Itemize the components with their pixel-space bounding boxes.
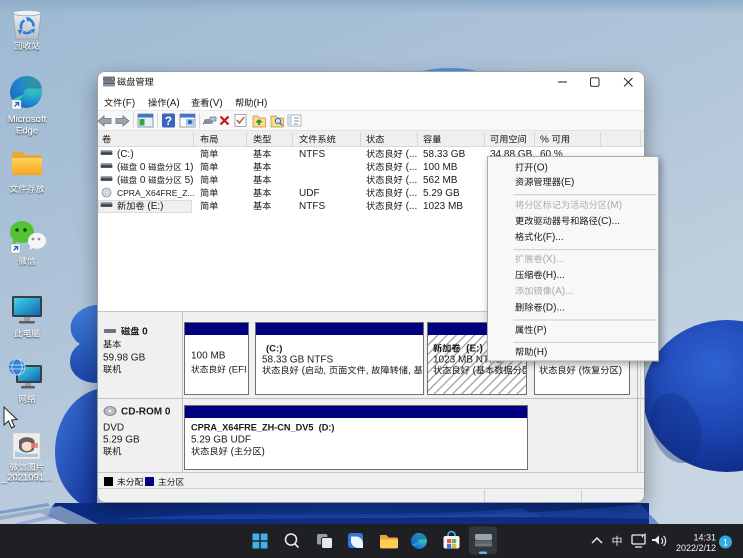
svg-text:58.33 GB: 58.33 GB: [423, 149, 466, 160]
svg-text:(P): (P): [533, 325, 546, 336]
svg-text:(V): (V): [209, 98, 222, 109]
svg-text:(...: (...: [403, 175, 417, 186]
svg-text:): ): [619, 366, 622, 377]
svg-text:CPRA_X64FRE_ZH-CN_DV5 (D:): CPRA_X64FRE_ZH-CN_DV5 (D:): [191, 423, 334, 433]
svg-text:0: 0: [137, 162, 148, 173]
svg-text:(E:): (E:): [145, 201, 164, 212]
svg-text:(...: (...: [403, 201, 417, 212]
svg-text:5.29 GB: 5.29 GB: [423, 188, 460, 199]
svg-text:0: 0: [139, 327, 148, 338]
svg-text:1): 1): [182, 162, 194, 173]
svg-text:_2021091...: _2021091...: [1, 473, 52, 484]
svg-text:(: (: [470, 366, 477, 377]
svg-text:1023 MB: 1023 MB: [423, 201, 463, 212]
svg-text:58.33 GB NTFS: 58.33 GB NTFS: [262, 355, 333, 366]
svg-text:UDF: UDF: [299, 188, 320, 199]
svg-text:(C:): (C:): [266, 344, 282, 355]
svg-text:100 MB: 100 MB: [423, 162, 458, 173]
svg-text:5.29 GB: 5.29 GB: [103, 435, 140, 446]
svg-text:%: %: [540, 135, 552, 146]
svg-text:(X)...: (X)...: [543, 254, 565, 265]
svg-text:CD-ROM 0: CD-ROM 0: [121, 407, 171, 418]
svg-text:NTFS: NTFS: [299, 201, 325, 212]
svg-text:(F)...: (F)...: [543, 232, 564, 243]
svg-text:(...: (...: [403, 188, 417, 199]
svg-text:(O): (O): [533, 163, 547, 174]
svg-text:0: 0: [137, 175, 148, 186]
svg-text:NTFS: NTFS: [299, 149, 325, 160]
svg-text:(C)...: (C)...: [598, 216, 620, 227]
svg-text:,: ,: [323, 366, 329, 377]
svg-text:CPRA_X64FRE_Z...: CPRA_X64FRE_Z...: [117, 188, 194, 198]
svg-text:59.98 GB: 59.98 GB: [103, 353, 146, 364]
svg-text:(...: (...: [403, 149, 417, 160]
svg-text:(C:): (C:): [117, 149, 134, 160]
svg-text:(...: (...: [403, 162, 417, 173]
svg-text:(H): (H): [533, 347, 547, 358]
svg-text:(: (: [228, 447, 235, 458]
svg-text:(E:): (E:): [461, 344, 483, 355]
svg-text:(E): (E): [561, 177, 574, 188]
svg-text:100 MB: 100 MB: [191, 351, 226, 362]
svg-text:5.29 GB UDF: 5.29 GB UDF: [191, 435, 251, 446]
svg-text:?: ?: [165, 114, 172, 128]
svg-text:14:31: 14:31: [694, 533, 717, 543]
svg-text:(: (: [299, 366, 306, 377]
svg-text:562 MB: 562 MB: [423, 175, 458, 186]
svg-text:1: 1: [723, 537, 728, 547]
svg-text:(H): (H): [253, 98, 267, 109]
svg-text:(H)...: (H)...: [543, 270, 565, 281]
svg-text:5): 5): [182, 175, 194, 186]
svg-text:(EFI: (EFI: [226, 365, 249, 376]
svg-text:,: ,: [366, 366, 372, 377]
svg-text:(: (: [576, 366, 583, 377]
svg-text:(D)...: (D)...: [543, 303, 565, 314]
svg-text:(F): (F): [122, 98, 135, 109]
svg-text:Microsoft: Microsoft: [8, 114, 47, 125]
svg-text:(A): (A): [166, 98, 179, 109]
svg-text:(M): (M): [607, 200, 622, 211]
svg-text:DVD: DVD: [103, 423, 124, 434]
svg-text:): ): [262, 447, 265, 458]
svg-text:Edge: Edge: [16, 126, 38, 137]
svg-text:(A)...: (A)...: [552, 286, 574, 297]
svg-text:2022/2/12: 2022/2/12: [676, 543, 716, 553]
svg-text:,: ,: [408, 366, 414, 377]
